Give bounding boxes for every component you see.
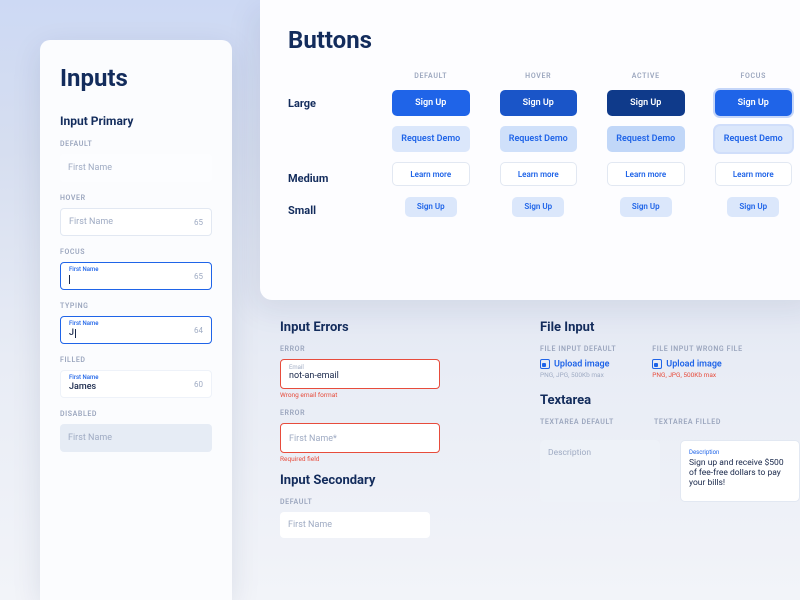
input-hover[interactable]: First Name 65 (60, 208, 212, 236)
input-disabled: First Name (60, 424, 212, 452)
placeholder: First Name (69, 217, 113, 227)
signup-button[interactable]: Sign Up (500, 90, 578, 116)
input-focus[interactable]: First Name 65 (60, 262, 212, 290)
image-icon (540, 359, 550, 369)
file-wrong-label: FILE INPUT WRONG FILE (652, 345, 742, 353)
lower-region: Input Errors ERROR Email not-an-email Wr… (280, 320, 800, 538)
state-hover-label: HOVER (60, 194, 212, 202)
text-caret (75, 329, 76, 338)
col-focus: FOCUS (715, 72, 793, 80)
buttons-grid: DEFAULT HOVER ACTIVE FOCUS Large Sign Up… (288, 72, 792, 217)
text-caret (69, 275, 70, 284)
placeholder: Description (548, 448, 591, 458)
float-label: First Name (69, 320, 98, 327)
buttons-panel: Buttons DEFAULT HOVER ACTIVE FOCUS Large… (260, 0, 800, 300)
placeholder: First Name (68, 433, 112, 443)
email-error-input[interactable]: Email not-an-email (280, 359, 440, 389)
signup-chip[interactable]: Sign Up (727, 197, 779, 217)
inputs-panel: Inputs Input Primary DEFAULT First Name … (40, 40, 232, 600)
upload-row: FILE INPUT DEFAULT Upload image PNG, JPG… (540, 345, 800, 379)
col-active: ACTIVE (607, 72, 685, 80)
upload-text: Upload image (554, 359, 610, 369)
error-message: Wrong email format (280, 391, 500, 399)
signup-chip[interactable]: Sign Up (405, 197, 457, 217)
input-default[interactable]: First Name (60, 154, 212, 182)
input-secondary-title: Input Secondary (280, 473, 500, 488)
signup-button[interactable]: Sign Up (392, 90, 470, 116)
signup-button[interactable]: Sign Up (715, 90, 793, 116)
textarea-default-label: TEXTAREA DEFAULT (540, 418, 614, 426)
placeholder: First Name (288, 520, 332, 530)
learn-more-button[interactable]: Learn more (392, 162, 470, 186)
request-demo-button[interactable]: Request Demo (392, 126, 470, 152)
name-error-input[interactable]: First Name* (280, 423, 440, 453)
col-hover: HOVER (500, 72, 578, 80)
textarea-row: Description Description Sign up and recei… (540, 440, 800, 502)
char-count: 65 (194, 272, 203, 281)
textarea-value: Sign up and receive $500 of fee-free dol… (689, 458, 784, 488)
placeholder: First Name (68, 163, 112, 173)
row-large: Large (288, 97, 362, 110)
signup-button[interactable]: Sign Up (607, 90, 685, 116)
learn-more-button[interactable]: Learn more (607, 162, 685, 186)
file-input-title: File Input (540, 320, 800, 335)
upload-text: Upload image (666, 359, 722, 369)
inputs-title: Inputs (60, 64, 212, 92)
file-default-label: FILE INPUT DEFAULT (540, 345, 616, 353)
error-message: Required field (280, 455, 500, 463)
input-primary-heading: Input Primary (60, 114, 212, 128)
input-value: not-an-email (289, 371, 431, 381)
request-demo-button[interactable]: Request Demo (607, 126, 685, 152)
row-small: Small (288, 204, 362, 217)
request-demo-button[interactable]: Request Demo (500, 126, 578, 152)
char-count: 65 (194, 218, 203, 227)
float-label: Email (289, 364, 431, 371)
char-count: 64 (194, 326, 203, 335)
float-label: First Name (69, 266, 98, 273)
col-default: DEFAULT (392, 72, 470, 80)
image-icon (652, 359, 662, 369)
state-typing-label: TYPING (60, 302, 212, 310)
state-default-label: DEFAULT (60, 140, 212, 148)
input-errors-title: Input Errors (280, 320, 500, 335)
file-upload-default: FILE INPUT DEFAULT Upload image PNG, JPG… (540, 345, 616, 379)
placeholder: First Name* (289, 428, 431, 450)
error-label: ERROR (280, 409, 500, 417)
errors-column: Input Errors ERROR Email not-an-email Wr… (280, 320, 500, 538)
float-label: Description (689, 449, 791, 456)
textarea-default[interactable]: Description (540, 440, 660, 502)
buttons-title: Buttons (288, 26, 792, 54)
learn-more-button[interactable]: Learn more (715, 162, 793, 186)
textarea-title: Textarea (540, 393, 800, 408)
char-count: 60 (194, 380, 203, 389)
textarea-filled[interactable]: Description Sign up and receive $500 of f… (680, 440, 800, 502)
error-label: ERROR (280, 345, 500, 353)
upload-link[interactable]: Upload image (540, 359, 616, 369)
upload-link[interactable]: Upload image (652, 359, 742, 369)
input-typing[interactable]: First NameJ 64 (60, 316, 212, 344)
state-focus-label: FOCUS (60, 248, 212, 256)
file-upload-wrong: FILE INPUT WRONG FILE Upload image PNG, … (652, 345, 742, 379)
file-textarea-column: File Input FILE INPUT DEFAULT Upload ima… (540, 320, 800, 538)
secondary-input[interactable]: First Name (280, 512, 430, 538)
input-value: James (69, 382, 96, 392)
state-filled-label: FILLED (60, 356, 212, 364)
input-value: J (69, 328, 74, 338)
state-disabled-label: DISABLED (60, 410, 212, 418)
float-label: First Name (69, 374, 98, 381)
input-filled[interactable]: First NameJames 60 (60, 370, 212, 398)
signup-chip[interactable]: Sign Up (512, 197, 564, 217)
row-medium: Medium (288, 172, 362, 185)
secondary-default-label: DEFAULT (280, 498, 500, 506)
file-hint: PNG, JPG, 500Kb max (540, 371, 616, 379)
learn-more-button[interactable]: Learn more (500, 162, 578, 186)
textarea-filled-label: TEXTAREA FILLED (654, 418, 721, 426)
request-demo-button[interactable]: Request Demo (715, 126, 793, 152)
file-hint-error: PNG, JPG, 500Kb max (652, 371, 742, 379)
signup-chip[interactable]: Sign Up (620, 197, 672, 217)
